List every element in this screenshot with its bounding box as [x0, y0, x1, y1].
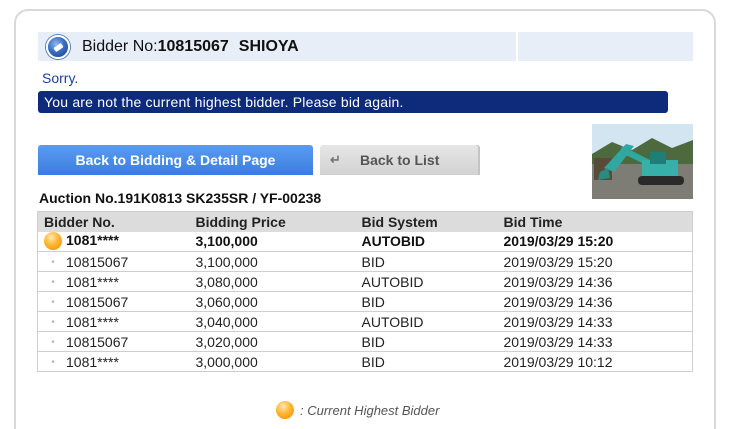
row-bidder: 1081****: [66, 353, 119, 370]
bidder-label: Bidder No:: [82, 37, 158, 55]
row-bidder: 1081****: [66, 273, 119, 290]
bidder-name: SHIOYA: [238, 37, 299, 55]
table-row: • 1081**** 3,080,000 AUTOBID 2019/03/29 1…: [37, 271, 693, 292]
table-row: • 10815067 3,100,000 BID 2019/03/29 15:20: [37, 251, 693, 272]
header-bidder-no: Bidder No.: [37, 211, 190, 232]
row-price: 3,100,000: [189, 251, 356, 272]
row-system: BID: [355, 251, 498, 272]
bullet-icon: •: [51, 257, 55, 269]
row-system: AUTOBID: [355, 271, 498, 292]
row-price: 3,100,000: [189, 231, 356, 252]
header-bid-time: Bid Time: [497, 211, 693, 232]
table-header-row: Bidder No. Bidding Price Bid System Bid …: [37, 211, 693, 232]
row-system: BID: [355, 351, 498, 372]
row-time: 2019/03/29 14:36: [497, 291, 693, 312]
highest-bidder-icon: [44, 232, 62, 251]
bullet-icon: •: [51, 317, 55, 329]
auction-title: Auction No.191K0813 SK235SR / YF-00238: [39, 190, 322, 206]
return-arrow-icon: ↵: [330, 152, 341, 167]
row-bidder: 1081****: [66, 313, 119, 330]
bid-history-table: Bidder No. Bidding Price Bid System Bid …: [37, 211, 693, 372]
bullet-icon: •: [51, 357, 55, 369]
bullet-icon: •: [51, 297, 55, 309]
row-price: 3,000,000: [189, 351, 356, 372]
row-bidder: 10815067: [66, 253, 129, 270]
row-price: 3,060,000: [189, 291, 356, 312]
table-row: • 10815067 3,060,000 BID 2019/03/29 14:36: [37, 291, 693, 312]
back-to-list-button[interactable]: ↵ Back to List: [320, 145, 478, 175]
row-time: 2019/03/29 10:12: [497, 351, 693, 372]
row-price: 3,040,000: [189, 311, 356, 332]
sorry-text: Sorry.: [42, 70, 79, 86]
legend-label: : Current Highest Bidder: [300, 402, 440, 418]
bidder-info-bar: Bidder No: 10815067 SHIOYA: [38, 32, 693, 61]
table-row: • 1081**** 3,040,000 AUTOBID 2019/03/29 1…: [37, 311, 693, 332]
header-bid-system: Bid System: [355, 211, 498, 232]
row-price: 3,020,000: [189, 331, 356, 352]
excavator-thumbnail[interactable]: [592, 124, 693, 199]
row-system: AUTOBID: [355, 311, 498, 332]
not-highest-notice: You are not the current highest bidder. …: [38, 91, 668, 113]
row-system: AUTOBID: [355, 231, 498, 252]
table-row: • 1081**** 3,000,000 BID 2019/03/29 10:12: [37, 351, 693, 372]
row-price: 3,080,000: [189, 271, 356, 292]
row-bidder: 10815067: [66, 293, 129, 310]
row-system: BID: [355, 291, 498, 312]
back-to-bidding-label: Back to Bidding & Detail Page: [75, 152, 276, 168]
bidder-globe-icon: [46, 34, 70, 59]
row-time: 2019/03/29 14:33: [497, 331, 693, 352]
back-to-bidding-button[interactable]: Back to Bidding & Detail Page: [38, 145, 313, 175]
table-row: • 10815067 3,020,000 BID 2019/03/29 14:33: [37, 331, 693, 352]
bullet-icon: •: [51, 337, 55, 349]
table-row: 1081**** 3,100,000 AUTOBID 2019/03/29 15…: [37, 231, 693, 252]
highest-bidder-legend-icon: [276, 401, 294, 419]
row-bidder: 1081****: [66, 232, 119, 249]
row-time: 2019/03/29 14:33: [497, 311, 693, 332]
row-time: 2019/03/29 15:20: [497, 251, 693, 272]
bidder-number: 10815067: [157, 37, 229, 55]
header-bidding-price: Bidding Price: [189, 211, 356, 232]
bar-divider: [516, 32, 518, 61]
excavator-image: [592, 124, 693, 199]
row-system: BID: [355, 331, 498, 352]
bullet-icon: •: [51, 277, 55, 289]
highest-bidder-legend: : Current Highest Bidder: [276, 401, 439, 419]
row-bidder: 10815067: [66, 333, 129, 350]
row-time: 2019/03/29 15:20: [497, 231, 693, 252]
back-to-list-label: Back to List: [360, 152, 440, 168]
row-time: 2019/03/29 14:36: [497, 271, 693, 292]
